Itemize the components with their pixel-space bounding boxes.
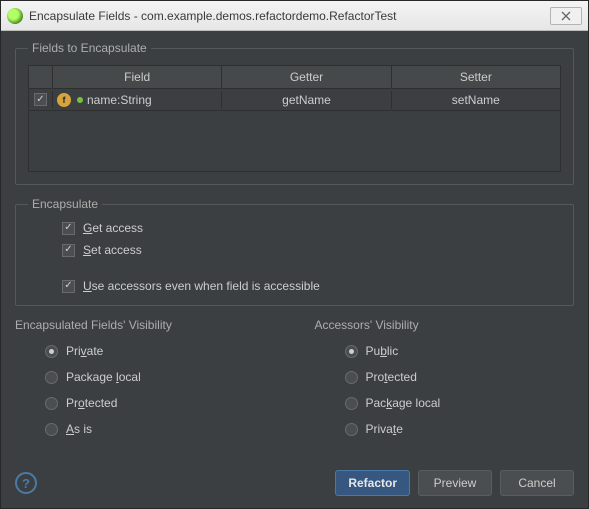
table-row[interactable]: f name:String getName setName [29, 89, 560, 111]
av-private-label: Private [366, 422, 403, 436]
av-protected-option[interactable]: Protected [345, 370, 575, 384]
fv-protected-label: Protected [66, 396, 117, 410]
av-private-radio[interactable] [345, 423, 358, 436]
av-package-radio[interactable] [345, 397, 358, 410]
fv-asis-label: As is [66, 422, 92, 436]
set-access-label: Set access [83, 243, 142, 257]
field-visibility-header: Encapsulated Fields' Visibility [15, 318, 275, 332]
dialog-footer: ? Refactor Preview Cancel [15, 464, 574, 496]
table-empty-space [29, 111, 560, 171]
fields-table: Field Getter Setter f name:String getNam… [28, 65, 561, 172]
get-access-option[interactable]: Get access [62, 221, 561, 235]
get-access-checkbox[interactable] [62, 222, 75, 235]
field-visibility-group: Encapsulated Fields' Visibility Private … [15, 318, 275, 436]
help-icon: ? [22, 476, 30, 491]
use-accessors-option[interactable]: Use accessors even when field is accessi… [62, 279, 561, 293]
accessor-visibility-group: Accessors' Visibility Public Protected P… [315, 318, 575, 436]
fv-package-option[interactable]: Package local [45, 370, 275, 384]
dialog-content: Fields to Encapsulate Field Getter Sette… [1, 31, 588, 508]
table-header: Field Getter Setter [29, 66, 560, 89]
fv-asis-option[interactable]: As is [45, 422, 275, 436]
window-title: Encapsulate Fields - com.example.demos.r… [29, 9, 550, 23]
encapsulate-group: Encapsulate Get access Set access Use ac… [15, 197, 574, 306]
col-getter[interactable]: Getter [222, 66, 391, 88]
row-checkbox[interactable] [34, 93, 47, 106]
preview-button[interactable]: Preview [418, 470, 492, 496]
cancel-button[interactable]: Cancel [500, 470, 574, 496]
av-public-radio[interactable] [345, 345, 358, 358]
col-field[interactable]: Field [53, 66, 222, 88]
set-access-checkbox[interactable] [62, 244, 75, 257]
use-accessors-label: Use accessors even when field is accessi… [83, 279, 320, 293]
row-setter-cell[interactable]: setName [392, 91, 560, 109]
av-package-label: Package local [366, 396, 441, 410]
accessor-visibility-header: Accessors' Visibility [315, 318, 575, 332]
fv-package-radio[interactable] [45, 371, 58, 384]
av-protected-label: Protected [366, 370, 417, 384]
fv-private-radio[interactable] [45, 345, 58, 358]
visibility-row: Encapsulated Fields' Visibility Private … [15, 318, 574, 436]
col-setter[interactable]: Setter [392, 66, 560, 88]
fv-asis-radio[interactable] [45, 423, 58, 436]
av-package-option[interactable]: Package local [345, 396, 575, 410]
row-field-cell: f name:String [53, 91, 222, 109]
av-private-option[interactable]: Private [345, 422, 575, 436]
av-public-label: Public [366, 344, 399, 358]
fields-legend: Fields to Encapsulate [28, 41, 151, 55]
app-logo-icon [7, 8, 23, 24]
fields-to-encapsulate-group: Fields to Encapsulate Field Getter Sette… [15, 41, 574, 185]
row-getter-cell[interactable]: getName [222, 91, 391, 109]
help-button[interactable]: ? [15, 472, 37, 494]
row-check-cell [29, 91, 53, 108]
field-name: name:String [87, 93, 152, 107]
encapsulate-legend: Encapsulate [28, 197, 102, 211]
set-access-option[interactable]: Set access [62, 243, 561, 257]
close-icon [561, 11, 571, 21]
get-access-label: Get access [83, 221, 143, 235]
refactor-button[interactable]: Refactor [335, 470, 410, 496]
fv-protected-option[interactable]: Protected [45, 396, 275, 410]
use-accessors-checkbox[interactable] [62, 280, 75, 293]
close-button[interactable] [550, 7, 582, 25]
visibility-dot-icon [77, 97, 83, 103]
field-icon: f [57, 93, 71, 107]
av-public-option[interactable]: Public [345, 344, 575, 358]
col-check [29, 66, 53, 88]
fv-private-option[interactable]: Private [45, 344, 275, 358]
av-protected-radio[interactable] [345, 371, 358, 384]
fv-private-label: Private [66, 344, 103, 358]
fv-package-label: Package local [66, 370, 141, 384]
fv-protected-radio[interactable] [45, 397, 58, 410]
titlebar: Encapsulate Fields - com.example.demos.r… [1, 1, 588, 31]
